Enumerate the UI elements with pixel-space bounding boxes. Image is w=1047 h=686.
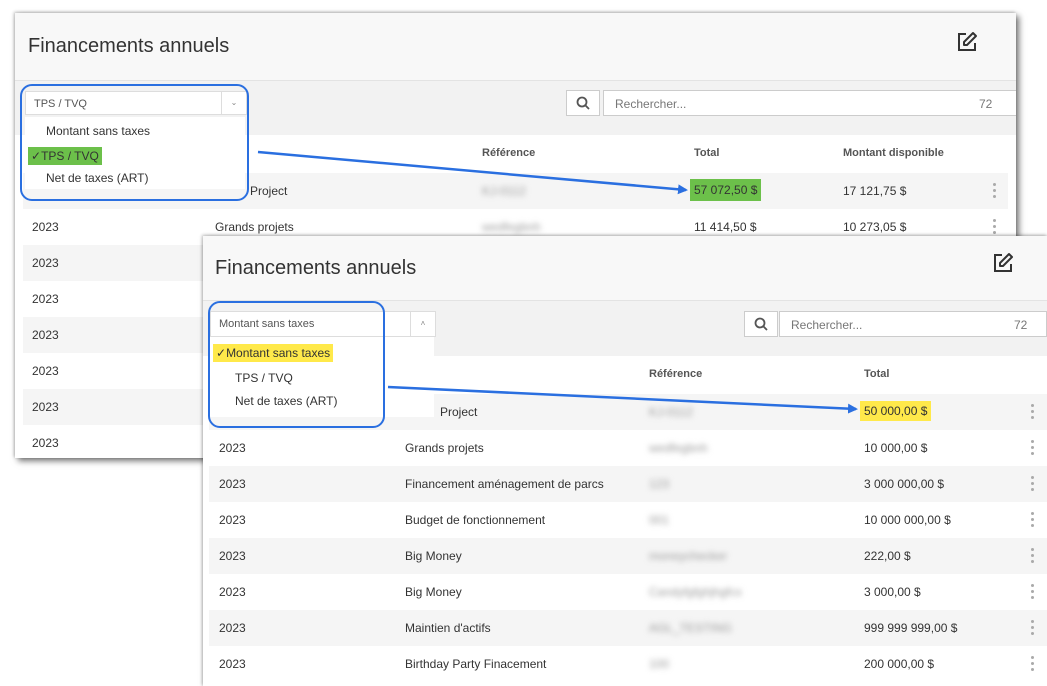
annotation-arrows [257,150,858,414]
arrow-to-total-yellow [387,385,858,414]
arrow-to-total-green [257,150,688,195]
